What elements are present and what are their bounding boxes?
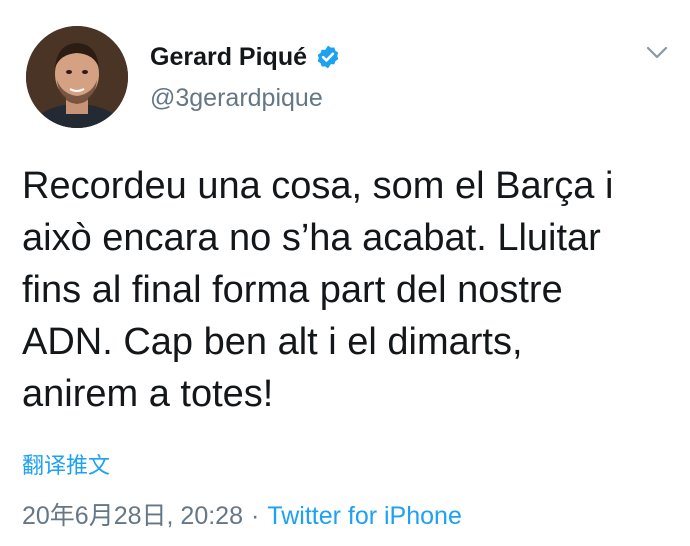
meta-separator: · — [250, 502, 260, 530]
translate-tweet-link[interactable]: 翻译推文 — [22, 448, 110, 480]
user-handle[interactable]: @3gerardpique — [150, 84, 323, 113]
verified-badge-icon — [315, 44, 341, 70]
tweet-meta: 20年6月28日, 20:28 · Twitter for iPhone — [22, 496, 462, 532]
tweet-timestamp[interactable]: 20年6月28日, 20:28 — [22, 502, 243, 530]
name-row: Gerard Piqué — [150, 40, 341, 74]
tweet-text: Recordeu una cosa, som el Barça i això e… — [22, 165, 614, 415]
avatar-image — [26, 26, 128, 128]
avatar[interactable] — [26, 26, 128, 128]
tweet-source-link[interactable]: Twitter for iPhone — [267, 502, 462, 530]
chevron-down-icon[interactable] — [640, 36, 674, 70]
tweet-card: Gerard Piqué @3gerardpique Recordeu una … — [0, 0, 690, 546]
display-name[interactable]: Gerard Piqué — [150, 43, 307, 72]
